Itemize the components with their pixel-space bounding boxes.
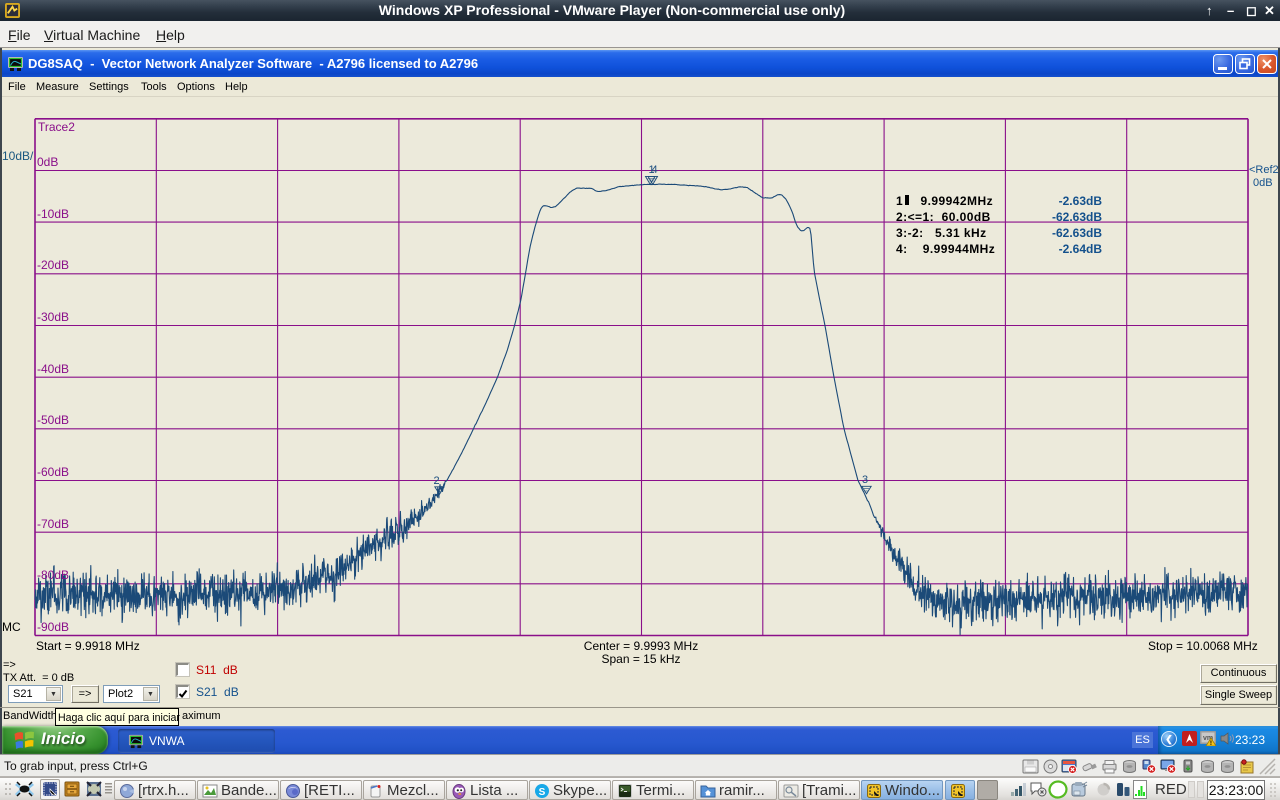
svg-text:!: !	[1210, 740, 1212, 746]
svg-text:S: S	[539, 787, 546, 798]
